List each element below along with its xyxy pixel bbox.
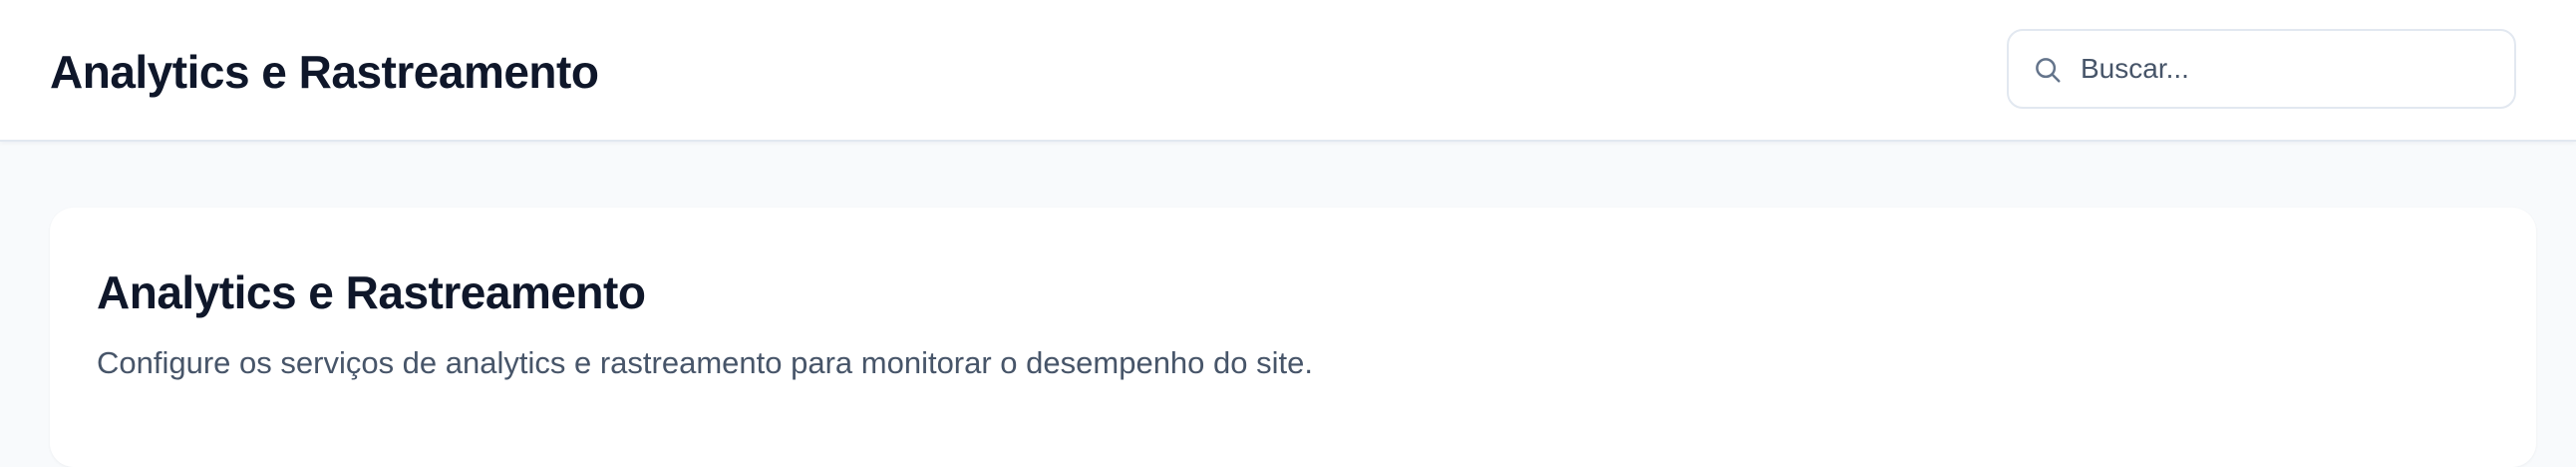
card-description: Configure os serviços de analytics e ras… — [97, 345, 1313, 380]
page-title: Analytics e Rastreamento — [50, 46, 599, 98]
card-title: Analytics e Rastreamento — [97, 266, 646, 318]
search-input[interactable] — [2081, 45, 2499, 93]
search-icon — [2036, 58, 2061, 83]
analytics-card: Analytics e Rastreamento Configure os se… — [50, 208, 2536, 467]
search-box[interactable] — [2007, 29, 2516, 109]
top-bar: Analytics e Rastreamento — [0, 0, 2576, 142]
